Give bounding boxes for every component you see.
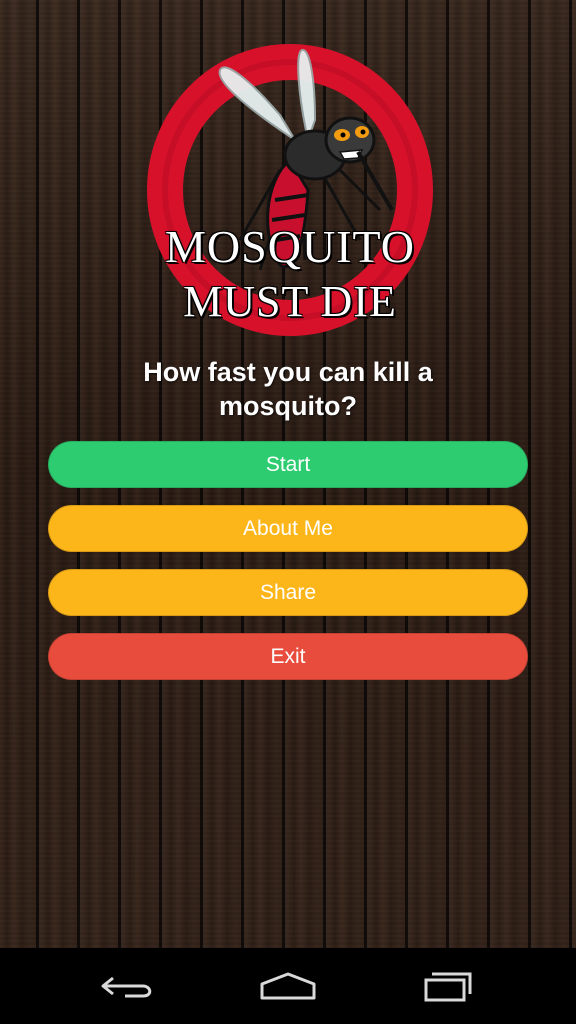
wood-background: MOSQUITO MUST DIE How fast you can kill … — [0, 0, 576, 948]
home-button[interactable] — [248, 962, 328, 1010]
about-me-button-label: About Me — [243, 516, 333, 540]
logo-title-line-2: MUST DIE — [183, 277, 397, 326]
game-logo: MOSQUITO MUST DIE — [130, 40, 450, 340]
share-button[interactable]: Share — [48, 569, 528, 616]
back-button[interactable] — [88, 962, 168, 1010]
home-icon — [260, 972, 316, 1000]
tagline-text: How fast you can kill a mosquito? — [143, 357, 433, 421]
start-button[interactable]: Start — [48, 441, 528, 488]
recent-apps-button[interactable] — [408, 962, 488, 1010]
back-icon — [101, 976, 152, 998]
exit-button-label: Exit — [270, 644, 306, 668]
about-me-button[interactable]: About Me — [48, 505, 528, 552]
system-navigation-bar — [0, 948, 576, 1024]
logo-title-line-1: MOSQUITO — [165, 221, 415, 272]
recent-apps-icon — [424, 972, 472, 1002]
exit-button[interactable]: Exit — [48, 633, 528, 680]
start-button-label: Start — [265, 452, 311, 476]
share-button-label: Share — [259, 580, 317, 604]
